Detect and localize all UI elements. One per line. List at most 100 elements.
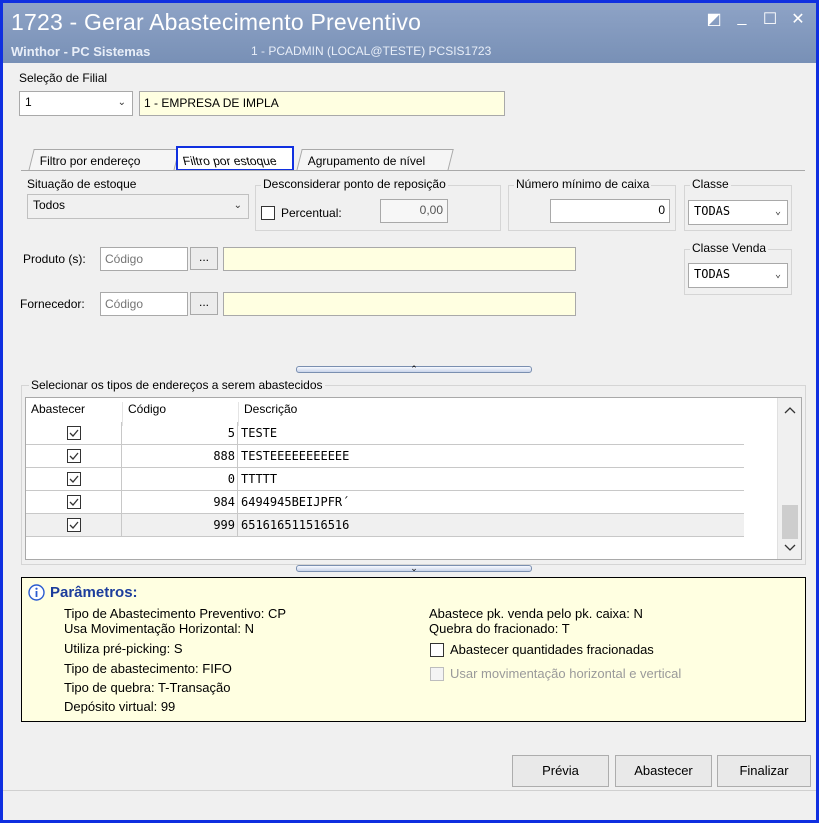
abastecer-cell [26, 468, 122, 491]
abastecer-cell [26, 445, 122, 468]
descricao-cell: TTTTT [241, 472, 278, 486]
maximize-icon[interactable]: ☐ [762, 9, 778, 29]
table-row[interactable]: 5 TESTE [26, 422, 744, 445]
chevron-down-icon: ⌄ [117, 97, 126, 108]
param-abastece-pk-venda: Abastece pk. venda pelo pk. caixa: N [429, 606, 643, 621]
classe-value: TODAS [694, 204, 731, 218]
classe-venda-label: Classe Venda [690, 241, 769, 255]
status-bar [3, 790, 816, 820]
fornecedor-descricao-field[interactable] [223, 292, 576, 316]
abastecer-checkbox[interactable] [67, 495, 81, 509]
abastecer-cell [26, 491, 122, 514]
desconsiderar-label: Desconsiderar ponto de reposição [261, 177, 448, 191]
window-controls: ◩ _ ☐ ✕ [706, 9, 806, 29]
param-tipo-abastecimento: Tipo de abastecimento: FIFO [64, 661, 232, 676]
tab-filtro-estoque[interactable]: Filtro por estoque [176, 146, 294, 171]
movimentacao-horizontal-vertical-checkbox[interactable] [430, 667, 444, 681]
param-deposito-virtual: Depósito virtual: 99 [64, 699, 176, 714]
abastecer-fracionadas-label: Abastecer quantidades fracionadas [450, 642, 654, 657]
tab-agrupamento-nivel[interactable]: Agrupamento de nível [296, 149, 454, 171]
param-tipo-abastecimento-preventivo: Tipo de Abastecimento Preventivo: CP [64, 606, 287, 621]
scrollbar-thumb[interactable] [782, 505, 798, 539]
descricao-cell: TESTEEEEEEEEEEE [241, 449, 350, 463]
session-info: 1 - PCADMIN (LOCAL@TESTE) PCSIS1723 [251, 44, 492, 58]
abastecer-cell [26, 514, 122, 537]
abastecer-checkbox[interactable] [67, 449, 81, 463]
chevron-down-icon: ⌄ [233, 200, 242, 211]
abastecer-checkbox[interactable] [67, 426, 81, 440]
enderecos-table: Abastecer Código Descrição 5 TESTE 888 T… [25, 397, 802, 560]
percentual-input[interactable]: 0,00 [380, 199, 448, 223]
chevron-down-icon: ⌄ [410, 563, 418, 573]
finalizar-button[interactable]: Finalizar [717, 755, 811, 787]
column-header-abastecer[interactable]: Abastecer [31, 402, 85, 416]
tab-divider [21, 170, 805, 171]
descricao-cell: 651616511516516 [241, 518, 350, 532]
chevron-down-icon: ⌄ [774, 206, 781, 217]
minimize-icon[interactable]: _ [734, 9, 750, 29]
numero-minimo-input[interactable]: 0 [550, 199, 670, 223]
enderecos-title: Selecionar os tipos de endereços a serem… [29, 378, 325, 392]
situacao-select[interactable]: Todos ⌄ [27, 194, 249, 219]
percentual-checkbox[interactable] [261, 206, 275, 220]
table-row[interactable]: 984 6494945BEIJPFR´ [26, 491, 744, 514]
abastecer-checkbox[interactable] [67, 472, 81, 486]
param-tipo-quebra: Tipo de quebra: T-Transação [64, 680, 231, 695]
codigo-cell: 0 [122, 468, 238, 491]
filial-code-value: 1 [25, 95, 32, 109]
fornecedor-label: Fornecedor: [20, 297, 85, 311]
table-row[interactable]: 0 TTTTT [26, 468, 744, 491]
check-icon [69, 452, 79, 460]
parametros-panel: Parâmetros: Tipo de Abastecimento Preven… [21, 577, 806, 722]
check-icon [69, 429, 79, 437]
window-title: 1723 - Gerar Abastecimento Preventivo [11, 9, 422, 35]
collapse-up-splitter[interactable]: ⌃ [296, 365, 532, 374]
filial-name-field[interactable]: 1 - EMPRESA DE IMPLA [139, 91, 505, 116]
info-icon [28, 584, 45, 601]
title-bar[interactable]: 1723 - Gerar Abastecimento Preventivo Wi… [3, 3, 816, 63]
column-header-descricao[interactable]: Descrição [244, 402, 297, 416]
param-movimentacao-horizontal: Usa Movimentação Horizontal: N [64, 621, 255, 636]
abastecer-checkbox[interactable] [67, 518, 81, 532]
abastecer-button[interactable]: Abastecer [615, 755, 712, 787]
codigo-cell: 888 [122, 445, 238, 468]
finalizar-label: Finalizar [739, 763, 789, 778]
content-area: Seleção de Filial 1 ⌄ 1 - EMPRESA DE IMP… [3, 63, 816, 820]
table-row[interactable]: 999 651616511516516 [26, 514, 744, 537]
scroll-down-icon[interactable] [784, 544, 796, 552]
situacao-value: Todos [33, 198, 66, 212]
filial-code-select[interactable]: 1 ⌄ [19, 91, 133, 116]
scroll-up-icon[interactable] [784, 406, 796, 414]
fornecedor-codigo-input[interactable] [100, 292, 188, 316]
collapse-down-splitter[interactable]: ⌄ [296, 563, 532, 573]
abastecer-fracionadas-checkbox[interactable] [430, 643, 444, 657]
column-header-codigo[interactable]: Código [128, 402, 166, 416]
classe-venda-select[interactable]: TODAS ⌄ [688, 263, 788, 288]
close-icon[interactable]: ✕ [790, 9, 806, 29]
param-pre-picking: Utiliza pré-picking: S [64, 641, 183, 656]
table-scrollbar[interactable] [777, 398, 801, 559]
company-name: Winthor - PC Sistemas [11, 44, 151, 59]
produto-descricao-field[interactable] [223, 247, 576, 271]
table-row[interactable]: 888 TESTEEEEEEEEEEE [26, 445, 744, 468]
produto-label: Produto (s): [23, 252, 86, 266]
table-header: Abastecer Código Descrição [26, 398, 776, 426]
movimentacao-horizontal-vertical-label: Usar movimentação horizontal e vertical [450, 666, 682, 681]
chevron-down-icon: ⌄ [774, 269, 781, 280]
produto-search-button[interactable]: ... [190, 247, 218, 270]
codigo-cell: 984 [122, 491, 238, 514]
previa-button[interactable]: Prévia [512, 755, 609, 787]
codigo-cell: 999 [122, 514, 238, 537]
filial-label: Seleção de Filial [19, 71, 108, 85]
produto-codigo-input[interactable] [100, 247, 188, 271]
parametros-title: Parâmetros: [50, 584, 138, 601]
classe-label: Classe [690, 177, 731, 191]
classe-select[interactable]: TODAS ⌄ [688, 200, 788, 225]
restore-icon[interactable]: ◩ [706, 9, 722, 29]
fornecedor-search-button[interactable]: ... [190, 292, 218, 315]
descricao-cell: TESTE [241, 426, 278, 440]
check-icon [69, 498, 79, 506]
tab-filtro-endereco[interactable]: Filtro por endereço [28, 149, 180, 171]
descricao-cell: 6494945BEIJPFR´ [241, 495, 350, 509]
percentual-label: Percentual: [281, 206, 342, 220]
